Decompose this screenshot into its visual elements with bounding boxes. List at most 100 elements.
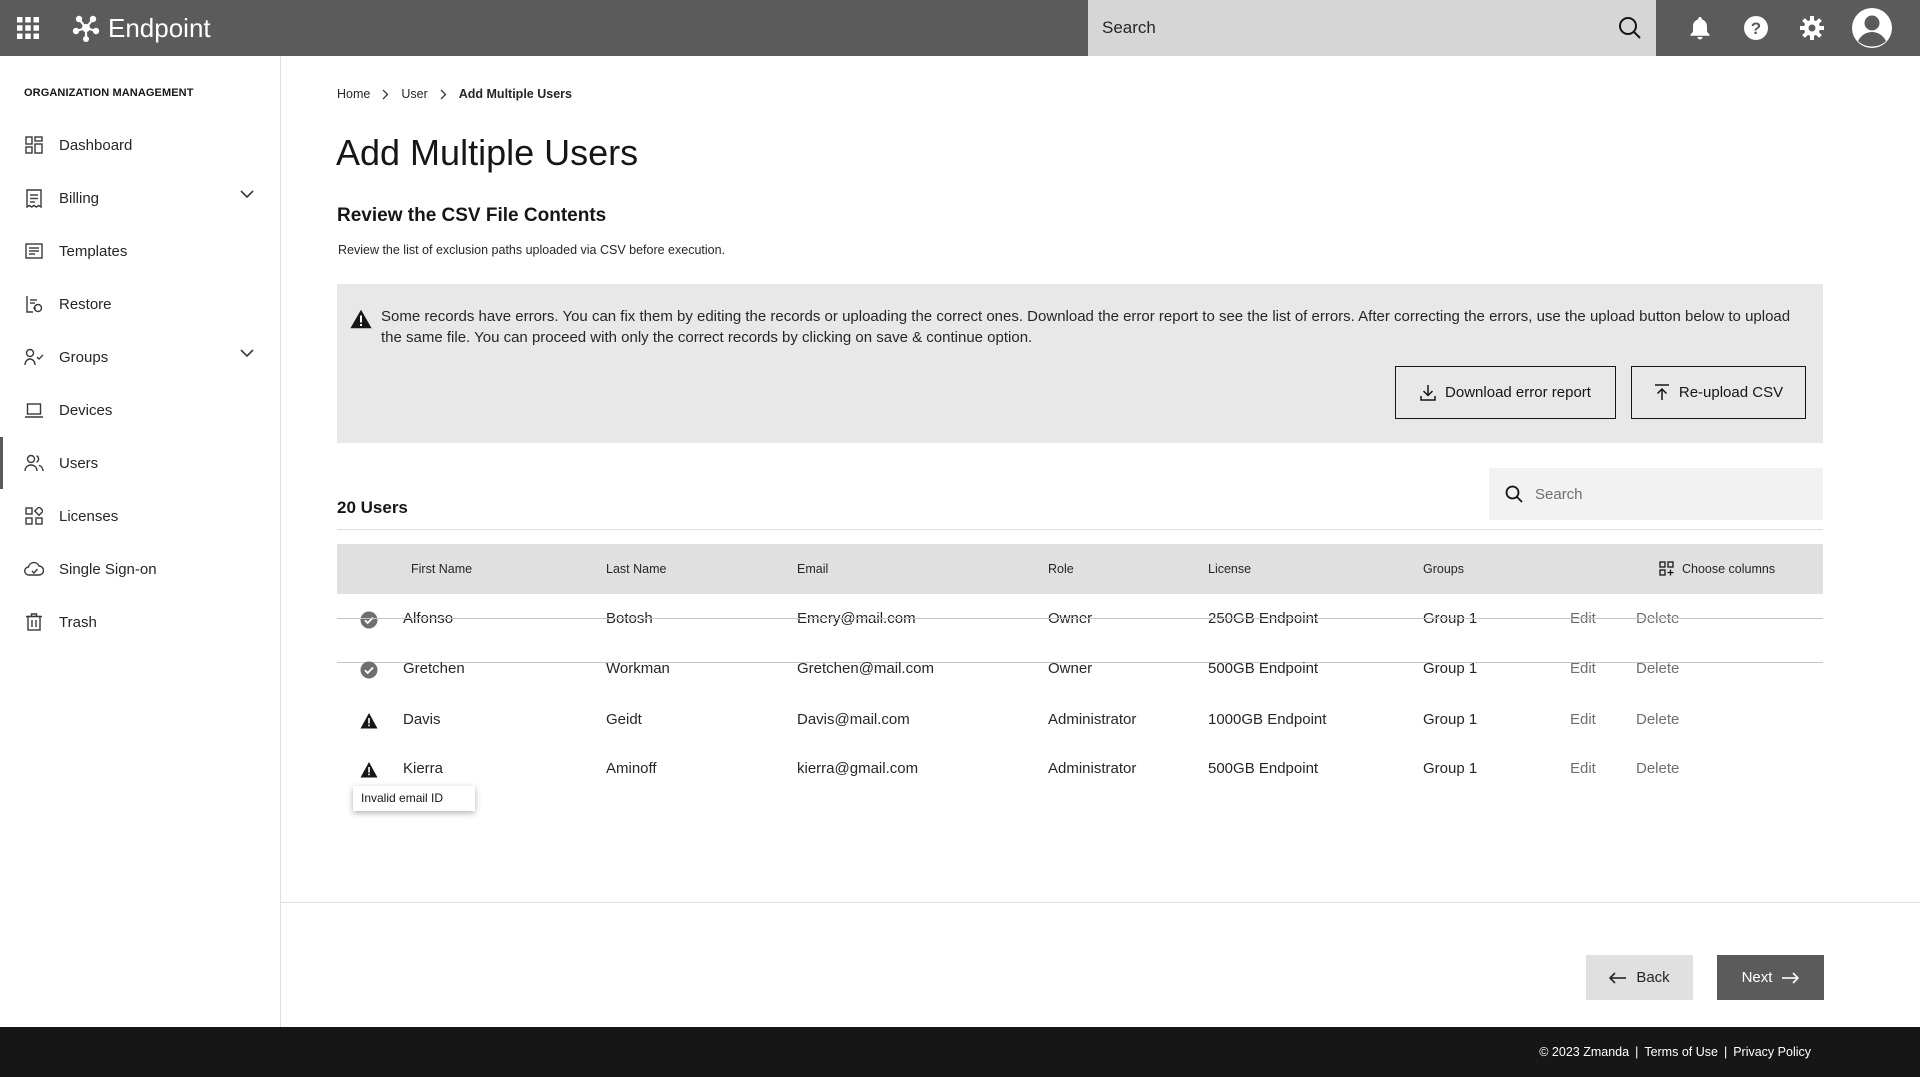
warning-icon bbox=[350, 309, 372, 329]
alert-message: Some records have errors. You can fix th… bbox=[381, 308, 1791, 346]
sidebar-item-billing[interactable]: Billing bbox=[0, 172, 280, 224]
column-header-groups[interactable]: Groups bbox=[1423, 562, 1464, 576]
page-title: Add Multiple Users bbox=[336, 132, 639, 173]
breadcrumb-home[interactable]: Home bbox=[337, 87, 370, 101]
global-search[interactable] bbox=[1088, 0, 1656, 56]
arrow-left-icon bbox=[1609, 971, 1627, 984]
warning-icon[interactable] bbox=[360, 712, 378, 730]
help-button[interactable]: ? bbox=[1728, 0, 1784, 56]
dashboard-icon bbox=[24, 135, 44, 155]
users-icon bbox=[24, 453, 44, 473]
sidebar-item-templates[interactable]: Templates bbox=[0, 225, 280, 277]
cell-first-name: Kierra bbox=[403, 760, 444, 777]
edit-link[interactable]: Edit bbox=[1570, 760, 1596, 777]
choose-columns-label: Choose columns bbox=[1682, 561, 1776, 576]
sidebar-item-restore[interactable]: Restore bbox=[0, 278, 280, 330]
footer-separator: | bbox=[1723, 1045, 1728, 1059]
sidebar-item-trash[interactable]: Trash bbox=[0, 596, 280, 648]
sidebar-item-single-sign-on[interactable]: Single Sign-on bbox=[0, 543, 280, 595]
table-row[interactable]: Davis Geidt Davis@mail.com Administrator… bbox=[337, 695, 1823, 745]
search-icon[interactable] bbox=[1618, 16, 1642, 40]
footer-separator: | bbox=[1635, 1045, 1639, 1059]
search-icon bbox=[1505, 485, 1523, 503]
upload-icon bbox=[1654, 384, 1669, 400]
cell-role: Administrator bbox=[1048, 760, 1137, 777]
footer-divider bbox=[281, 902, 1920, 903]
chevron-down-icon[interactable] bbox=[240, 349, 254, 358]
sidebar-section-title: ORGANIZATION MANAGEMENT bbox=[24, 87, 194, 99]
table-row[interactable]: Alfonso Botosh Emery@mail.com Owner 250G… bbox=[337, 594, 1823, 644]
groups-icon bbox=[24, 347, 44, 367]
global-search-input[interactable] bbox=[1102, 18, 1618, 38]
error-alert: Some records have errors. You can fix th… bbox=[337, 284, 1823, 443]
table-header: First Name Last Name Email Role License … bbox=[337, 544, 1823, 594]
download-error-report-button[interactable]: Download error report bbox=[1395, 366, 1616, 419]
table-search[interactable] bbox=[1489, 468, 1823, 520]
avatar-icon bbox=[1852, 8, 1892, 48]
reupload-csv-label: Re-upload CSV bbox=[1678, 384, 1784, 401]
success-check-icon bbox=[360, 661, 378, 679]
footer: © 2023 Zmanda | Terms of Use | Privacy P… bbox=[0, 1027, 1920, 1077]
delete-link[interactable]: Delete bbox=[1636, 660, 1679, 677]
download-error-report-label: Download error report bbox=[1445, 384, 1591, 401]
app-name: Endpoint bbox=[108, 12, 211, 43]
top-actions: ? bbox=[1672, 0, 1904, 56]
edit-link[interactable]: Edit bbox=[1570, 660, 1596, 677]
delete-link[interactable]: Delete bbox=[1636, 711, 1679, 728]
sidebar-item-dashboard[interactable]: Dashboard bbox=[0, 119, 280, 171]
table-search-input[interactable] bbox=[1535, 485, 1795, 503]
top-bar: Endpoint ? bbox=[0, 0, 1920, 56]
choose-columns-button[interactable]: Choose columns bbox=[1659, 561, 1775, 576]
chevron-down-icon[interactable] bbox=[240, 190, 254, 199]
cell-license: 500GB Endpoint bbox=[1208, 660, 1319, 677]
column-header-last-name[interactable]: Last Name bbox=[606, 562, 666, 576]
section-description: Review the list of exclusion paths uploa… bbox=[338, 243, 726, 257]
error-tooltip: Invalid email ID bbox=[353, 786, 475, 811]
sidebar-item-groups[interactable]: Groups bbox=[0, 331, 280, 383]
profile-button[interactable] bbox=[1840, 0, 1904, 56]
column-header-email[interactable]: Email bbox=[797, 562, 828, 576]
cell-email: kierra@gmail.com bbox=[797, 760, 919, 777]
licenses-icon bbox=[24, 506, 44, 526]
sidebar-item-label: Restore bbox=[59, 295, 112, 313]
sidebar-item-label: Devices bbox=[59, 401, 113, 419]
column-header-license[interactable]: License bbox=[1208, 562, 1251, 576]
notifications-button[interactable] bbox=[1672, 0, 1728, 56]
breadcrumb-user[interactable]: User bbox=[401, 87, 427, 101]
column-header-first-name[interactable]: First Name bbox=[411, 562, 472, 576]
app-switcher-button[interactable] bbox=[0, 0, 56, 56]
chevron-right-icon bbox=[382, 89, 389, 100]
sidebar-item-devices[interactable]: Devices bbox=[0, 384, 280, 436]
reupload-csv-button[interactable]: Re-upload CSV bbox=[1631, 366, 1806, 419]
sidebar-item-users[interactable]: Users bbox=[0, 437, 280, 489]
settings-button[interactable] bbox=[1784, 0, 1840, 56]
column-header-role[interactable]: Role bbox=[1048, 562, 1074, 576]
breadcrumb-current: Add Multiple Users bbox=[458, 87, 572, 101]
cell-license: 500GB Endpoint bbox=[1208, 760, 1319, 777]
edit-link[interactable]: Edit bbox=[1570, 711, 1596, 728]
cell-first-name: Davis bbox=[403, 711, 441, 728]
brand[interactable]: Endpoint bbox=[72, 13, 211, 44]
users-count: 20 Users bbox=[337, 498, 408, 517]
next-label: Next bbox=[1741, 969, 1773, 986]
table-row[interactable]: Gretchen Workman Gretchen@mail.com Owner… bbox=[337, 644, 1823, 694]
back-label: Back bbox=[1636, 969, 1670, 986]
next-button[interactable]: Next bbox=[1717, 955, 1824, 1000]
back-button[interactable]: Back bbox=[1586, 955, 1693, 1000]
sidebar: ORGANIZATION MANAGEMENT Dashboard Billin… bbox=[0, 56, 281, 1027]
delete-link[interactable]: Delete bbox=[1636, 760, 1679, 777]
arrow-right-icon bbox=[1782, 971, 1800, 984]
warning-icon[interactable] bbox=[360, 761, 378, 779]
success-check-icon bbox=[360, 611, 378, 629]
terms-link[interactable]: Terms of Use bbox=[1644, 1045, 1718, 1059]
table-row[interactable]: Kierra Aminoff kierra@gmail.com Administ… bbox=[337, 744, 1823, 794]
sidebar-item-licenses[interactable]: Licenses bbox=[0, 490, 280, 542]
sidebar-item-label: Licenses bbox=[59, 507, 119, 525]
section-title: Review the CSV File Contents bbox=[337, 205, 607, 226]
cell-email: Davis@mail.com bbox=[797, 711, 910, 728]
privacy-link[interactable]: Privacy Policy bbox=[1733, 1045, 1811, 1059]
download-icon bbox=[1420, 385, 1436, 401]
cell-email: Gretchen@mail.com bbox=[797, 660, 934, 677]
help-icon: ? bbox=[1744, 16, 1768, 40]
gear-icon bbox=[1800, 16, 1824, 40]
